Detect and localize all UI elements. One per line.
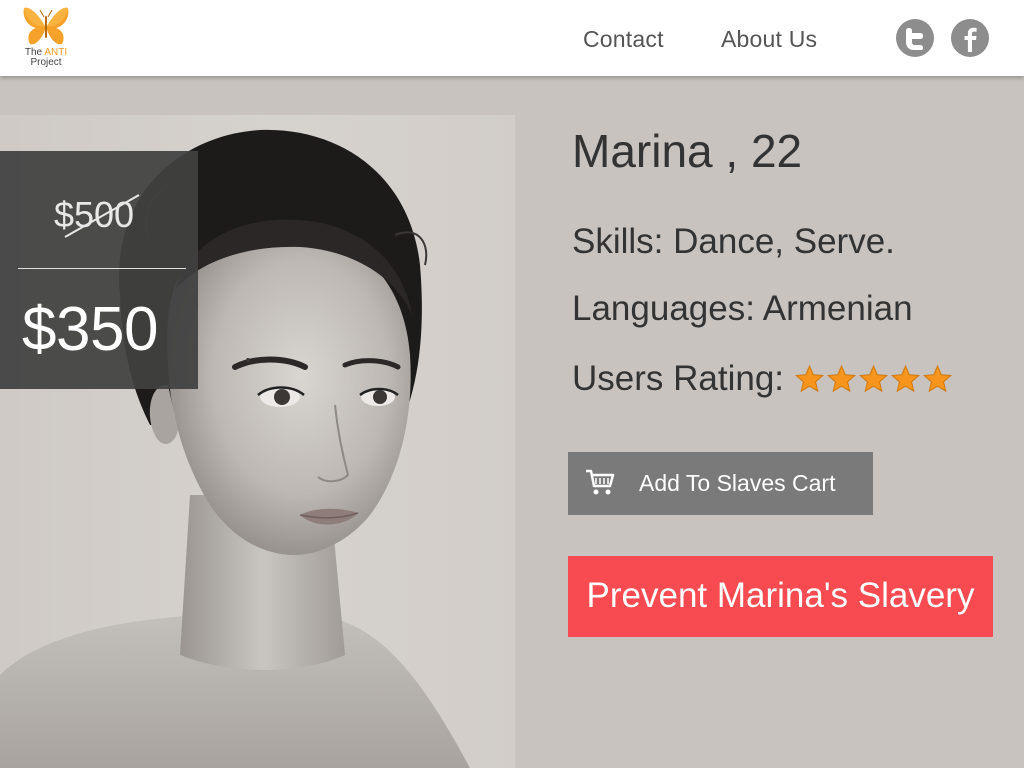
price-divider [18, 268, 186, 269]
star-icon [890, 364, 921, 393]
star-icon [794, 364, 825, 393]
profile-skills: Skills: Dance, Serve. [572, 222, 895, 261]
facebook-icon [964, 27, 977, 52]
star-icon [826, 364, 857, 393]
star-icon [922, 364, 953, 393]
profile-languages: Languages: Armenian [572, 289, 913, 328]
logo-text: The ANTI Project [18, 48, 74, 68]
facebook-button[interactable] [951, 19, 989, 57]
prevent-slavery-button[interactable]: Prevent Marina's Slavery [568, 556, 993, 637]
add-to-cart-button[interactable]: Add To Slaves Cart [568, 452, 873, 515]
strikethrough-line [64, 194, 140, 238]
prevent-slavery-label: Prevent Marina's Slavery [586, 576, 975, 615]
profile-name-age: Marina , 22 [572, 125, 803, 177]
butterfly-icon [23, 7, 69, 45]
logo-line2: Project [30, 57, 62, 68]
product-page: The ANTI Project Contact About Us $500 $… [0, 0, 1024, 768]
nav-contact-link[interactable]: Contact [583, 26, 664, 53]
new-price: $350 [22, 295, 158, 364]
twitter-button[interactable] [896, 19, 934, 57]
profile-rating-label: Users Rating: [572, 359, 785, 398]
twitter-icon [906, 28, 923, 50]
add-to-cart-label: Add To Slaves Cart [639, 470, 836, 496]
nav-about-link[interactable]: About Us [721, 26, 817, 53]
header-bar: The ANTI Project Contact About Us [0, 0, 1024, 76]
star-icon [858, 364, 889, 393]
logo[interactable]: The ANTI Project [18, 4, 74, 70]
shopping-cart-icon [586, 469, 615, 495]
